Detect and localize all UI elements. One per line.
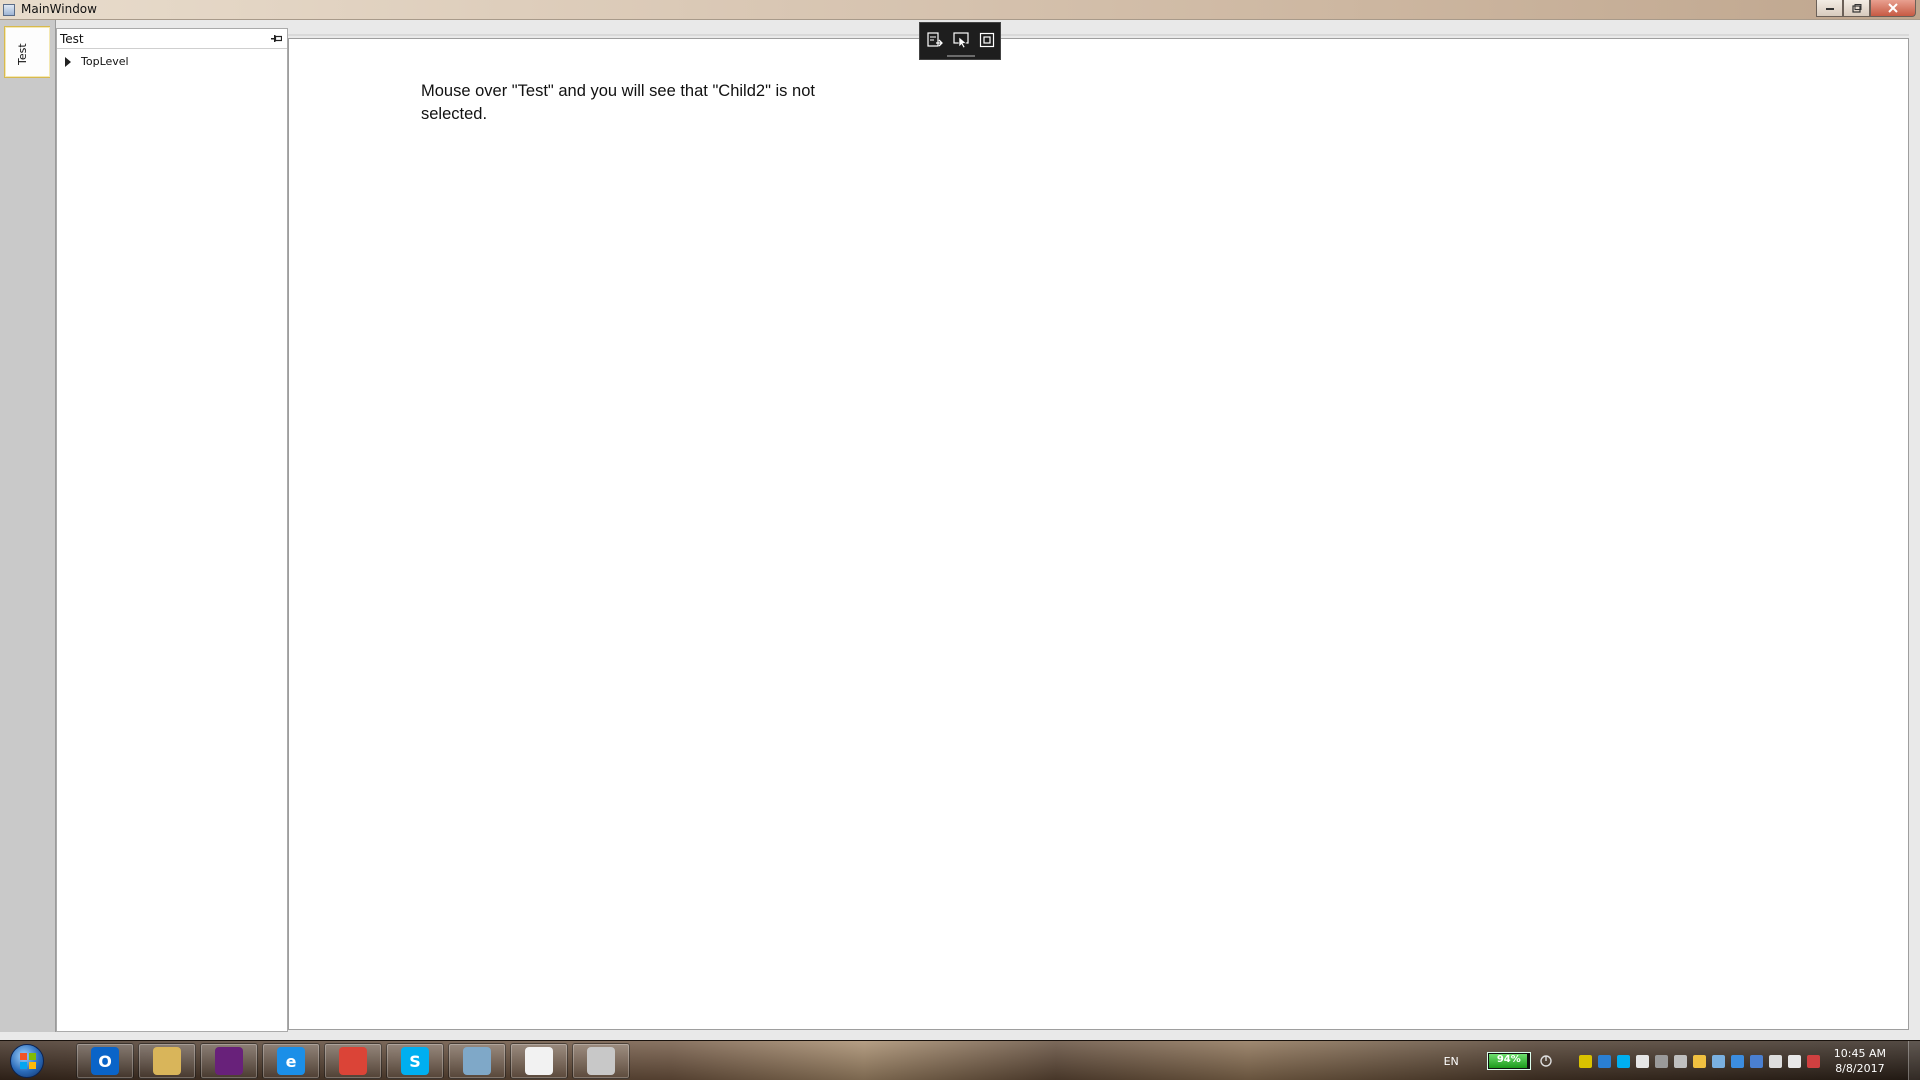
explorer-icon [153,1047,181,1075]
taskbar-app-outlook[interactable]: O [76,1043,134,1079]
paint-icon [587,1047,615,1075]
window-title: MainWindow [21,2,97,16]
calendar-app-icon [525,1047,553,1075]
live-visual-tree-button[interactable] [924,29,946,51]
mail-icon[interactable] [1597,1054,1611,1068]
content-divider [288,34,1909,36]
debug-toolbar [919,22,1001,60]
window-icon[interactable] [1635,1054,1649,1068]
power-plug-icon[interactable] [1539,1054,1553,1068]
clock-date: 8/8/2017 [1835,1062,1885,1075]
battery-percent: 94% [1496,1054,1521,1065]
taskbar-app-notes[interactable] [448,1043,506,1079]
minimize-button[interactable] [1816,0,1843,17]
taskbar-app-explorer[interactable] [138,1043,196,1079]
outlook-icon: O [91,1047,119,1075]
side-tab-label: Test [16,43,29,65]
skype-tray-icon[interactable] [1616,1054,1630,1068]
auto-hide-tab-strip: Test [0,20,56,1032]
taskbar-pinned-apps: Oe S [76,1043,630,1079]
start-button[interactable] [4,1042,50,1080]
layout-adorners-button[interactable] [976,29,998,51]
instruction-text: Mouse over "Test" and you will see that … [421,82,815,123]
shield-icon[interactable] [1578,1054,1592,1068]
tool-pane: Test TopLevel [56,28,288,1032]
maximize-button[interactable] [1843,0,1870,17]
tree-item-toplevel[interactable]: TopLevel [63,55,129,68]
select-element-button[interactable] [950,29,972,51]
signal-bars-icon[interactable] [1787,1054,1801,1068]
restore-icon [1851,3,1861,13]
language-indicator[interactable]: EN [1444,1055,1459,1068]
notification-icons [1578,1054,1820,1068]
notes-icon [463,1047,491,1075]
document-area [288,38,1909,1030]
side-tab-test[interactable]: Test [4,26,50,78]
taskbar-app-skype[interactable]: S [386,1043,444,1079]
taskbar-app-internet-explorer[interactable]: e [262,1043,320,1079]
sync-icon[interactable] [1711,1054,1725,1068]
show-desktop-button[interactable] [1908,1041,1920,1081]
pane-header: Test [57,29,287,49]
drag-grip[interactable] [947,55,975,57]
clock-time: 10:45 AM [1833,1047,1886,1060]
app-icon [3,4,15,16]
bluetooth-icon[interactable] [1749,1054,1763,1068]
chrome-icon [339,1047,367,1075]
flag-icon[interactable] [1692,1054,1706,1068]
select-element-icon [953,32,969,48]
close-icon [1888,3,1898,13]
network-globe-icon[interactable] [1730,1054,1744,1068]
taskbar-app-paint[interactable] [572,1043,630,1079]
system-tray: EN 94% 10:45 AM 8/8/2017 [1444,1041,1920,1081]
pane-title: Test [60,32,84,46]
device-icon[interactable] [1673,1054,1687,1068]
pin-icon[interactable] [271,34,282,43]
layout-adorners-icon [979,32,995,48]
visual-studio-icon [215,1047,243,1075]
taskbar-app-calendar-app[interactable] [510,1043,568,1079]
battery-indicator[interactable]: 94% [1486,1052,1531,1070]
windows-logo-icon [10,1044,44,1078]
taskbar-app-visual-studio[interactable] [200,1043,258,1079]
usb-icon[interactable] [1768,1054,1782,1068]
tree-item-label: TopLevel [81,55,129,68]
window-controls [1816,0,1916,17]
clock[interactable]: 10:45 AM 8/8/2017 [1834,1046,1886,1076]
minimize-icon [1825,8,1834,10]
volume-muted-icon[interactable] [1806,1054,1820,1068]
title-bar: MainWindow [0,0,1920,20]
taskbar-app-chrome[interactable] [324,1043,382,1079]
printer-icon[interactable] [1654,1054,1668,1068]
live-visual-tree-icon [927,32,943,47]
skype-icon: S [401,1047,429,1075]
internet-explorer-icon: e [277,1047,305,1075]
taskbar: Oe S EN 94% 10:45 AM 8/8/2017 [0,1040,1920,1081]
close-button[interactable] [1870,0,1916,17]
expand-arrow-icon[interactable] [63,56,73,67]
